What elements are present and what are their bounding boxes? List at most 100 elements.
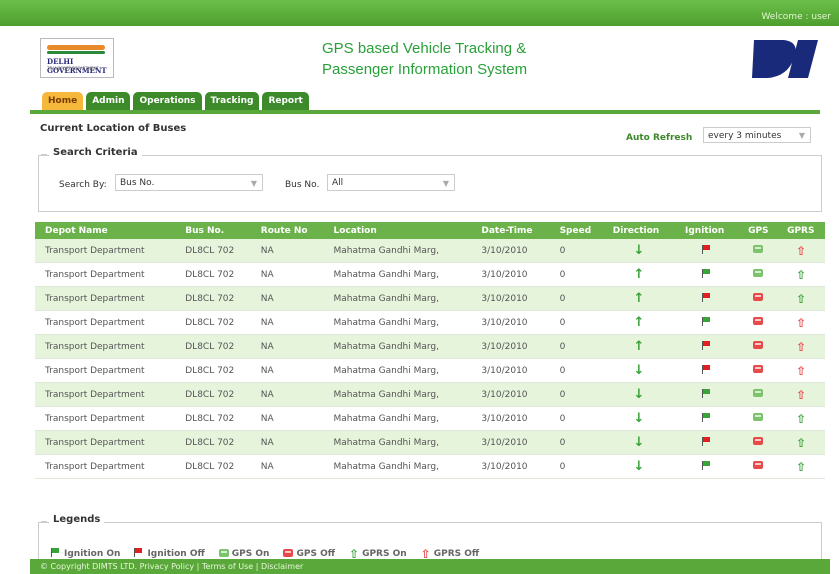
cell-gps — [738, 286, 778, 311]
search-by-value: Bus No. — [120, 178, 155, 188]
cell-route-no: NA — [250, 239, 324, 263]
title-line-1: GPS based Vehicle Tracking & — [322, 40, 527, 57]
direction-down-icon: ↓ — [633, 243, 645, 258]
cell-route-no: NA — [250, 382, 324, 407]
col-date-time[interactable]: Date-Time — [471, 222, 550, 239]
cell-date-time: 3/10/2010 — [471, 334, 550, 359]
cell-gprs: ⇧ — [777, 382, 825, 407]
table-row[interactable]: Transport Department DL8CL 702 NA Mahatma G… — [35, 286, 825, 311]
gprs-off-icon: ⇧ — [796, 363, 807, 378]
legends-title: Legends — [40, 514, 105, 525]
cell-direction: ↓ — [602, 454, 675, 479]
search-criteria-legend: Search Criteria — [41, 147, 142, 158]
ignition-off-icon — [134, 548, 144, 557]
cell-depot: Transport Department — [35, 310, 176, 335]
table-row[interactable]: Transport Department DL8CL 702 NA Mahatma G… — [35, 310, 825, 335]
chevron-down-icon: ▼ — [798, 131, 805, 140]
cell-direction: ↓ — [602, 239, 675, 263]
table-row[interactable]: Transport Department DL8CL 702 NA Mahatma G… — [35, 430, 825, 455]
col-route-no[interactable]: Route No — [250, 222, 324, 239]
cell-direction: ↓ — [602, 358, 675, 383]
cell-gps — [738, 406, 778, 431]
cell-bus-no: DL8CL 702 — [175, 454, 251, 479]
cell-bus-no: DL8CL 702 — [175, 310, 251, 335]
cell-speed: 0 — [549, 454, 603, 479]
cell-date-time: 3/10/2010 — [471, 262, 550, 287]
cell-bus-no: DL8CL 702 — [175, 430, 251, 455]
tab-admin[interactable]: Admin — [86, 92, 131, 110]
table-row[interactable]: Transport Department DL8CL 702 NA Mahatma G… — [35, 382, 825, 407]
tab-operations[interactable]: Operations — [133, 92, 202, 110]
cell-date-time: 3/10/2010 — [471, 239, 550, 263]
auto-refresh-select[interactable]: every 3 minutes ▼ — [703, 127, 811, 143]
cell-ignition — [675, 406, 739, 431]
ignition-on-icon — [701, 412, 712, 422]
cell-gps — [738, 262, 778, 287]
table-row[interactable]: Transport Department DL8CL 702 NA Mahatma G… — [35, 358, 825, 383]
gps-on-icon — [752, 413, 763, 421]
legend-label: GPS On — [231, 549, 270, 559]
tab-tracking[interactable]: Tracking — [204, 92, 260, 110]
cell-speed: 0 — [549, 358, 603, 383]
col-bus-no[interactable]: Bus No. — [175, 222, 251, 239]
cell-location: Mahatma Gandhi Marg, — [323, 334, 472, 359]
welcome-text: Welcome : user — [761, 12, 831, 22]
table-row[interactable]: Transport Department DL8CL 702 NA Mahatma G… — [35, 262, 825, 287]
cell-depot: Transport Department — [35, 239, 176, 263]
gps-off-icon — [752, 341, 763, 349]
cell-gprs: ⇧ — [777, 358, 825, 383]
cell-gprs: ⇧ — [777, 286, 825, 311]
cell-date-time: 3/10/2010 — [471, 358, 550, 383]
cell-speed: 0 — [549, 382, 603, 407]
cell-ignition — [675, 310, 739, 335]
cell-speed: 0 — [549, 334, 603, 359]
cell-route-no: NA — [250, 358, 324, 383]
gprs-off-icon: ⇧ — [796, 315, 807, 330]
bus-no-select[interactable]: All ▼ — [327, 174, 455, 191]
table-row[interactable]: Transport Department DL8CL 702 NA Mahatma G… — [35, 406, 825, 431]
col-speed[interactable]: Speed — [549, 222, 603, 239]
cell-location: Mahatma Gandhi Marg, — [323, 286, 472, 311]
cell-route-no: NA — [250, 310, 324, 335]
cell-depot: Transport Department — [35, 334, 176, 359]
table-row[interactable]: Transport Department DL8CL 702 NA Mahatma G… — [35, 454, 825, 479]
direction-up-icon: ↑ — [633, 291, 645, 306]
gps-off-icon — [752, 293, 763, 301]
cell-location: Mahatma Gandhi Marg, — [323, 406, 472, 431]
col-location[interactable]: Location — [323, 222, 472, 239]
gprs-on-icon: ⇧ — [796, 267, 807, 282]
cell-ignition — [675, 286, 739, 311]
direction-up-icon: ↑ — [633, 339, 645, 354]
gps-off-icon — [752, 461, 763, 469]
page-title: Current Location of Buses — [40, 123, 187, 134]
gps-off-icon — [283, 548, 294, 557]
cell-ignition — [675, 334, 739, 359]
cell-gprs: ⇧ — [777, 430, 825, 455]
col-gps[interactable]: GPS — [738, 222, 778, 239]
cell-bus-no: DL8CL 702 — [175, 406, 251, 431]
legend-label: GPRS Off — [433, 549, 480, 559]
bus-no-label: Bus No. — [285, 180, 320, 190]
search-by-label: Search By: — [59, 180, 107, 190]
cell-depot: Transport Department — [35, 358, 176, 383]
ignition-off-icon — [701, 364, 712, 374]
col-gprs[interactable]: GPRS — [777, 222, 825, 239]
search-by-select[interactable]: Bus No. ▼ — [115, 174, 263, 191]
col-direction[interactable]: Direction — [602, 222, 675, 239]
legend-label: Ignition Off — [147, 549, 205, 559]
cell-location: Mahatma Gandhi Marg, — [323, 430, 472, 455]
tab-report[interactable]: Report — [262, 92, 309, 110]
cell-speed: 0 — [549, 286, 603, 311]
col-ignition[interactable]: Ignition — [675, 222, 739, 239]
tab-home[interactable]: Home — [42, 92, 84, 110]
cell-date-time: 3/10/2010 — [471, 310, 550, 335]
table-row[interactable]: Transport Department DL8CL 702 NA Mahatma G… — [35, 334, 825, 359]
cell-location: Mahatma Gandhi Marg, — [323, 262, 472, 287]
ignition-off-icon — [701, 292, 712, 302]
cell-direction: ↑ — [602, 310, 675, 335]
cell-depot: Transport Department — [35, 430, 176, 455]
cell-bus-no: DL8CL 702 — [175, 262, 251, 287]
table-row[interactable]: Transport Department DL8CL 702 NA Mahatma G… — [35, 239, 825, 263]
col-depot-name[interactable]: Depot Name — [35, 222, 176, 239]
footer: © Copyright DIMTS LTD. Privacy Policy | … — [30, 559, 830, 574]
